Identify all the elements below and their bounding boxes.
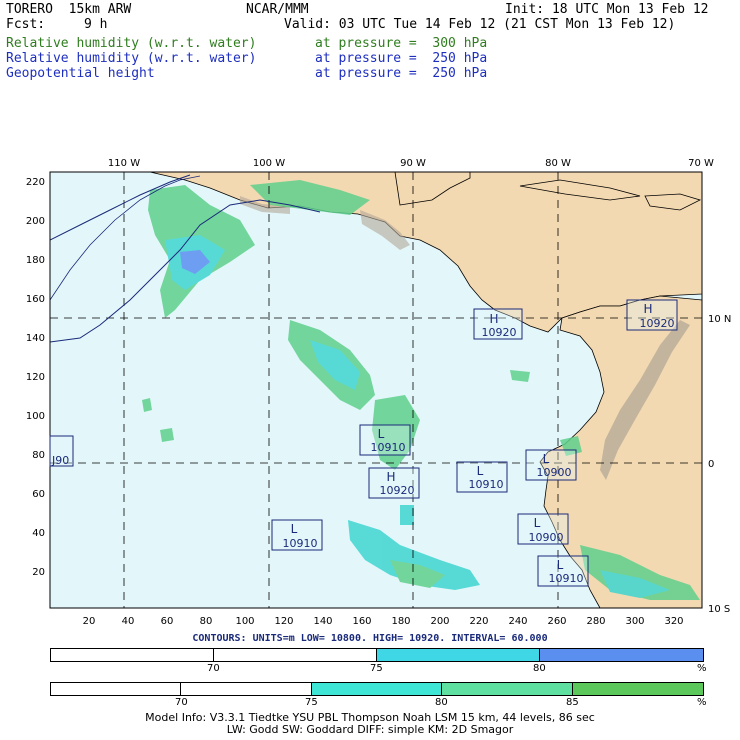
y-axis: 220 200 180 160 140 120 100 80 60 40 20 (26, 177, 45, 578)
colorbar-unit: % (697, 663, 707, 674)
y-tick: 180 (26, 255, 45, 266)
pressure-center-l: L 10910 (271, 519, 323, 551)
x-tick: 220 (469, 616, 488, 627)
y-tick: 60 (32, 489, 45, 500)
colorbar-unit: % (697, 697, 707, 708)
x-tick: 20 (83, 616, 96, 627)
svg-text:H: H (489, 312, 498, 326)
colorbar-tick: 80 (435, 697, 448, 708)
y-tick: 80 (32, 450, 45, 461)
svg-text:H: H (386, 470, 395, 484)
x-tick: 300 (625, 616, 644, 627)
svg-text:10910: 10910 (283, 537, 318, 550)
svg-text:10920: 10920 (640, 317, 675, 330)
svg-text:L: L (543, 452, 550, 466)
svg-text:L: L (378, 427, 385, 441)
weather-map: 110 W 100 W 90 W 80 W 70 W 220 200 180 1… (26, 158, 731, 627)
svg-text:10920: 10920 (482, 326, 517, 339)
lon-label: 100 W (253, 158, 285, 169)
x-tick: 120 (274, 616, 293, 627)
x-tick: 140 (313, 616, 332, 627)
x-tick: 40 (122, 616, 135, 627)
x-tick: 280 (586, 616, 605, 627)
x-tick: 200 (430, 616, 449, 627)
lon-label: 90 W (400, 158, 426, 169)
svg-text:L: L (557, 558, 564, 572)
x-tick: 60 (161, 616, 174, 627)
pressure-center-h: H 10920 (473, 308, 523, 340)
y-tick: 40 (32, 528, 45, 539)
svg-text:J90: J90 (51, 454, 69, 467)
svg-text:L: L (477, 464, 484, 478)
pressure-center-partial: J90 (49, 435, 74, 467)
lon-label: 80 W (545, 158, 571, 169)
x-tick: 240 (508, 616, 527, 627)
pressure-center-l: L 10910 (537, 555, 589, 587)
svg-text:10910: 10910 (371, 441, 406, 454)
colorbar-tick: 85 (566, 697, 579, 708)
x-tick: 320 (664, 616, 683, 627)
y-tick: 160 (26, 294, 45, 305)
x-tick: 80 (200, 616, 213, 627)
colorbar-rh-300 (50, 682, 704, 696)
pressure-center-l: L 10900 (525, 449, 577, 481)
y-tick: 200 (26, 216, 45, 227)
lon-label: 70 W (688, 158, 714, 169)
svg-text:10900: 10900 (537, 466, 572, 479)
lat-label: 10 N (708, 314, 731, 325)
lat-label: 0 (708, 459, 714, 470)
colorbar-tick: 80 (533, 663, 546, 674)
x-tick: 160 (352, 616, 371, 627)
svg-text:10910: 10910 (469, 478, 504, 491)
svg-text:10920: 10920 (380, 484, 415, 497)
colorbar-rh-250 (50, 648, 704, 662)
map-canvas (50, 172, 702, 608)
contour-info: CONTOURS: UNITS=m LOW= 10800. HIGH= 1092… (192, 633, 548, 644)
y-tick: 20 (32, 567, 45, 578)
pressure-center-l: L 10900 (517, 513, 569, 545)
x-tick: 260 (547, 616, 566, 627)
model-info-line2: LW: Godd SW: Goddard DIFF: simple KM: 2D… (226, 723, 514, 736)
y-tick: 120 (26, 372, 45, 383)
pressure-center-h: H 10920 (626, 299, 678, 331)
colorbar-tick: 75 (305, 697, 318, 708)
pressure-center-l: L 10910 (456, 461, 508, 493)
colorbar-tick: 70 (207, 663, 220, 674)
x-tick: 100 (235, 616, 254, 627)
x-tick: 180 (391, 616, 410, 627)
svg-text:10900: 10900 (529, 531, 564, 544)
colorbar-tick: 75 (370, 663, 383, 674)
colorbar-tick: 70 (175, 697, 188, 708)
y-tick: 220 (26, 177, 45, 188)
y-tick: 140 (26, 333, 45, 344)
svg-text:10910: 10910 (549, 572, 584, 585)
lon-label: 110 W (108, 158, 140, 169)
svg-text:L: L (534, 516, 541, 530)
svg-text:H: H (643, 302, 652, 316)
y-tick: 100 (26, 411, 45, 422)
pressure-center-h: H 10920 (368, 467, 420, 499)
x-axis: 20 40 60 80 100 120 140 160 180 200 220 … (83, 616, 684, 627)
pressure-center-l: L 10910 (359, 424, 411, 456)
lat-label: 10 S (708, 604, 730, 615)
svg-text:L: L (291, 522, 298, 536)
